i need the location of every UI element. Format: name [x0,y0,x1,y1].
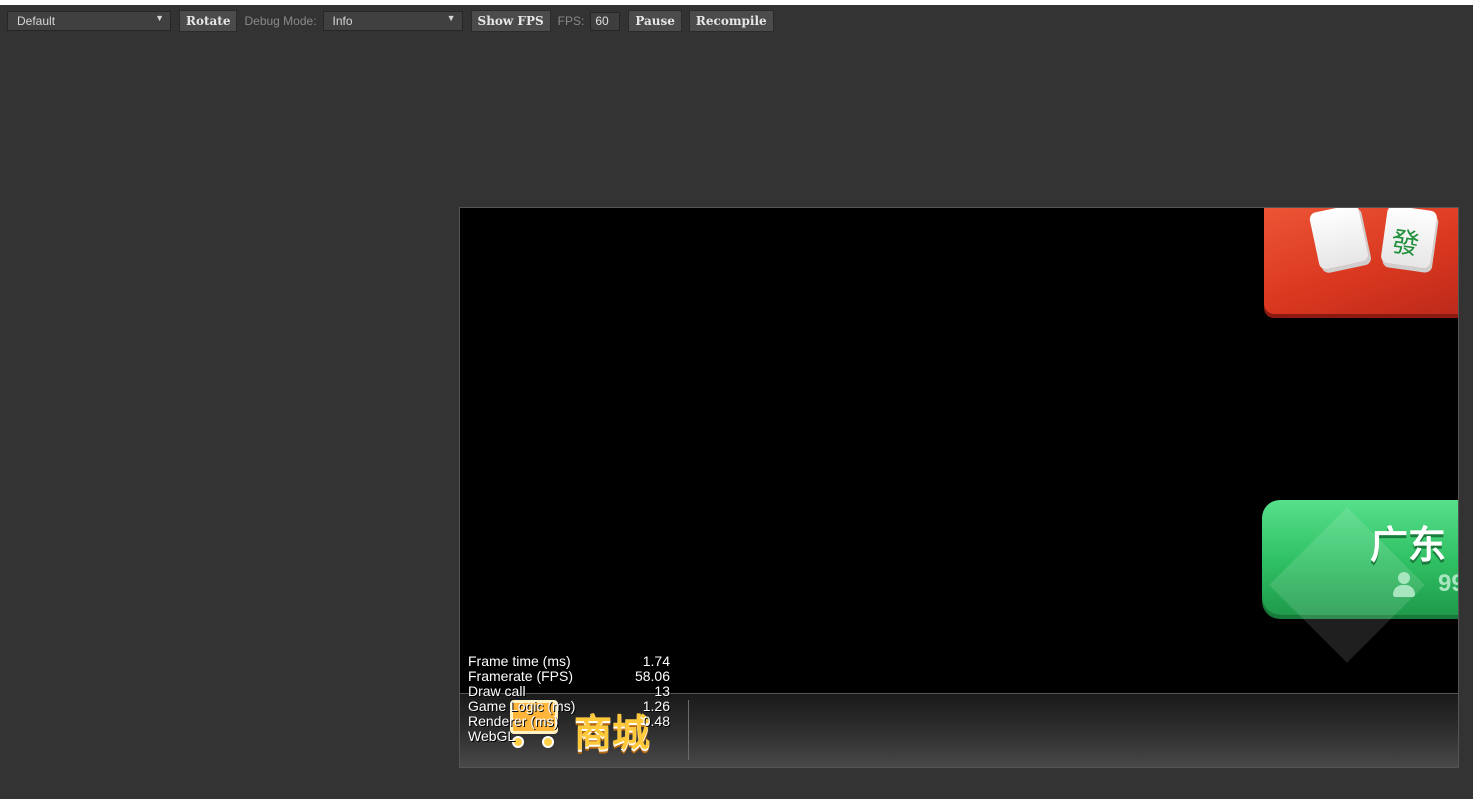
show-fps-button[interactable]: Show FPS [470,10,551,32]
fps-label: FPS: [557,14,585,28]
stat-label: Renderer (ms) [468,713,559,729]
debug-mode-select[interactable]: Info ▼ [322,11,463,31]
resolution-select[interactable]: Default ▼ [7,11,171,31]
stat-label: Framerate (FPS) [468,668,574,684]
mahjong-tile-icon: 發 [1380,208,1438,270]
nav-divider [688,700,689,760]
debug-stats-overlay: Frame time (ms) 1.74 Framerate (FPS) 58.… [468,654,670,744]
stat-row: Frame time (ms) 1.74 [468,654,670,669]
game-canvas[interactable]: 發 广东 99 商城 Frame time (ms) 1.74 Framerat… [459,207,1459,768]
preview-toolbar: Default ▼ Rotate Debug Mode: Info ▼ Show… [0,5,1473,37]
stat-value: 1.26 [642,698,670,714]
fps-input[interactable]: 60 [590,11,621,31]
debug-mode-label: Debug Mode: [244,14,317,28]
stat-row: Draw call 13 [468,684,670,699]
stat-row: Framerate (FPS) 58.06 [468,669,670,684]
stat-row: Game Logic (ms) 1.26 [468,699,670,714]
mahjong-mode-card[interactable]: 發 [1264,208,1458,314]
guangdong-room-card[interactable]: 广东 99 [1262,500,1458,663]
player-count: 99 [1438,570,1458,597]
stat-label: WebGL [468,728,516,744]
stat-row: WebGL [468,729,670,744]
stat-value: 58.06 [634,668,670,684]
chevron-down-icon: ▼ [155,13,164,23]
rotate-button[interactable]: Rotate [179,10,238,32]
tile-glyph: 發 [1388,224,1422,262]
pause-button[interactable]: Pause [628,10,682,32]
stat-value: 1.74 [642,653,670,669]
stat-value: 0.48 [642,713,670,729]
stat-label: Frame time (ms) [468,653,571,669]
room-title: 广东 [1370,523,1447,567]
resolution-select-value: Default [17,14,56,28]
chevron-down-icon: ▼ [446,13,456,23]
stat-label: Draw call [468,683,526,699]
stat-row: Renderer (ms) 0.48 [468,714,670,729]
debug-mode-select-value: Info [332,14,353,28]
person-icon [1392,572,1416,598]
recompile-button[interactable]: Recompile [688,10,774,32]
stat-value: 13 [654,683,670,699]
stat-label: Game Logic (ms) [468,698,576,714]
mahjong-tile-icon [1308,208,1370,271]
